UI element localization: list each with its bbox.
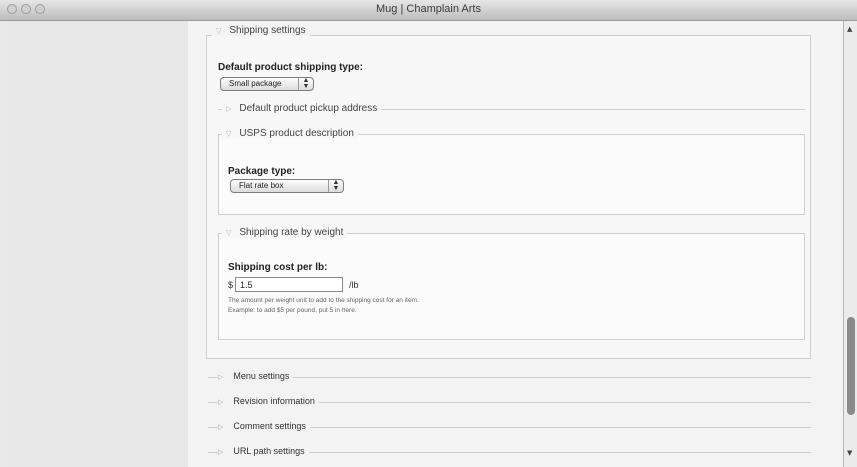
default-shipping-type-label: Default product shipping type: — [218, 62, 363, 73]
help-text-line-2: Example: to add $5 per pound, put 5 in h… — [228, 307, 357, 314]
up-down-arrows-icon: ▲ ▼ — [298, 77, 313, 90]
shipping-cost-input[interactable] — [235, 277, 343, 292]
url-path-settings-legend[interactable]: ▷ URL path settings — [218, 446, 309, 456]
shipping-cost-label: Shipping cost per lb: — [228, 262, 328, 273]
triangle-right-icon: ▷ — [226, 106, 232, 113]
vertical-scrollbar[interactable]: ▲ ▼ — [843, 21, 857, 467]
collapse-arrow-icon: ▽ — [226, 131, 232, 138]
triangle-right-icon: ▷ — [218, 424, 224, 431]
window-title: Mug | Champlain Arts — [376, 3, 481, 15]
pickup-address-legend[interactable]: ▷ Default product pickup address — [222, 103, 382, 114]
page-content: ▽ Shipping settings Default product shipp… — [8, 21, 843, 467]
usps-legend[interactable]: ▽ USPS product description — [222, 128, 358, 139]
rate-by-weight-legend[interactable]: ▽ Shipping rate by weight — [222, 227, 348, 238]
currency-symbol: $ — [228, 280, 234, 290]
unit-label: /lb — [349, 280, 359, 290]
browser-window: Mug | Champlain Arts ▽ Shipping settings … — [0, 0, 857, 467]
package-type-label: Package type: — [228, 166, 296, 177]
collapse-arrow-icon: ▽ — [216, 28, 222, 35]
left-sidebar — [8, 21, 188, 467]
package-type-value: Flat rate box — [239, 181, 284, 190]
up-down-arrows-icon: ▲ ▼ — [328, 179, 343, 192]
scroll-up-arrow-icon[interactable]: ▲ — [847, 25, 852, 33]
triangle-right-icon: ▷ — [218, 374, 224, 381]
default-shipping-type-value: Small package — [229, 79, 282, 88]
triangle-right-icon: ▷ — [218, 449, 224, 456]
revision-information-legend[interactable]: ▷ Revision information — [218, 396, 319, 406]
usps-fieldset — [218, 134, 805, 215]
window-titlebar: Mug | Champlain Arts — [0, 0, 857, 21]
menu-divider — [208, 377, 811, 378]
package-type-select[interactable]: Flat rate box ▲ ▼ — [230, 179, 344, 193]
scroll-down-arrow-icon[interactable]: ▼ — [847, 449, 852, 457]
default-shipping-type-select[interactable]: Small package ▲ ▼ — [220, 77, 314, 91]
triangle-right-icon: ▷ — [218, 399, 224, 406]
comment-settings-legend[interactable]: ▷ Comment settings — [218, 421, 310, 431]
menu-settings-legend[interactable]: ▷ Menu settings — [218, 371, 294, 381]
help-text-line-1: The amount per weight unit to add to the… — [228, 297, 419, 304]
collapse-arrow-icon: ▽ — [226, 230, 232, 237]
scrollbar-thumb[interactable] — [847, 317, 855, 415]
shipping-settings-legend[interactable]: ▽ Shipping settings — [212, 25, 310, 36]
